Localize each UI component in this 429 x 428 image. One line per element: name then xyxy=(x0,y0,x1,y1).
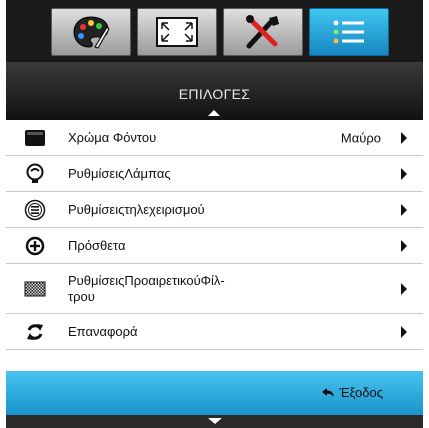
menu-item-label: ΡυθμίσειςΛάμπας xyxy=(68,165,171,181)
tools-icon xyxy=(246,15,279,49)
chevron-right-icon xyxy=(401,131,407,144)
menu-header: ΕΠΙΛΟΓΕΣ xyxy=(6,62,423,120)
tab-display-settings[interactable] xyxy=(137,8,217,56)
menu-item-optional-filter[interactable]: ΡυθμίσειςΠροαιρετικούΦίλ- τρου xyxy=(6,264,423,314)
menu-item-background-color[interactable]: Χρώμα Φόντου Μαύρο xyxy=(6,120,423,156)
menu-bottom-bar xyxy=(6,415,423,428)
menu-list: Χρώμα Φόντου Μαύρο ΡυθμίσειςΛάμπας Ρυθμί… xyxy=(6,120,423,371)
menu-item-advanced[interactable]: Πρόσθετα xyxy=(6,228,423,264)
menu-item-value: Μαύρο xyxy=(340,130,381,145)
monitor-icon xyxy=(24,127,46,149)
exit-label: Έξοδος xyxy=(339,385,383,400)
menu-item-label-line2: τρου xyxy=(68,288,95,304)
menu-footer: Έξοδος xyxy=(6,371,423,415)
chevron-right-icon xyxy=(401,239,407,252)
menu-item-remote-settings[interactable]: Ρυθμίσειςτηλεχειρισμού xyxy=(6,192,423,228)
filter-icon xyxy=(24,278,46,300)
menu-item-label: ΡυθμίσειςΠροαιρετικούΦίλ- τρου xyxy=(68,273,225,305)
menu-item-label: Πρόσθετα xyxy=(68,237,126,253)
plus-circle-icon xyxy=(24,235,46,257)
scroll-down-arrow-icon[interactable] xyxy=(208,418,222,424)
scroll-up-arrow-icon[interactable] xyxy=(208,110,220,116)
tab-image-settings[interactable] xyxy=(51,8,131,56)
tab-bar xyxy=(6,0,423,62)
tab-options[interactable] xyxy=(309,8,389,56)
screen-expand-icon xyxy=(156,17,198,47)
lamp-icon xyxy=(24,163,46,185)
menu-item-label-line1: ΡυθμίσειςΠροαιρετικούΦίλ- xyxy=(68,272,225,288)
back-arrow-icon xyxy=(322,387,335,397)
chevron-right-icon xyxy=(401,203,407,216)
chevron-right-icon xyxy=(401,325,407,338)
exit-button[interactable]: Έξοδος xyxy=(321,385,383,400)
list-menu-icon xyxy=(333,20,364,44)
osd-menu-panel: ΕΠΙΛΟΓΕΣ Χρώμα Φόντου Μαύρο ΡυθμίσειςΛάμ… xyxy=(6,0,423,428)
menu-item-lamp-settings[interactable]: ΡυθμίσειςΛάμπας xyxy=(6,156,423,192)
menu-item-label: Επαναφορά xyxy=(68,323,138,339)
remote-icon xyxy=(24,199,46,221)
reset-icon xyxy=(24,321,46,343)
palette-icon xyxy=(73,16,110,49)
chevron-right-icon xyxy=(401,167,407,180)
menu-item-label: Χρώμα Φόντου xyxy=(68,129,157,145)
menu-title: ΕΠΙΛΟΓΕΣ xyxy=(178,86,251,102)
chevron-right-icon xyxy=(401,282,407,295)
menu-item-label: Ρυθμίσειςτηλεχειρισμού xyxy=(68,201,205,217)
tab-setup[interactable] xyxy=(223,8,303,56)
menu-item-reset[interactable]: Επαναφορά xyxy=(6,314,423,350)
